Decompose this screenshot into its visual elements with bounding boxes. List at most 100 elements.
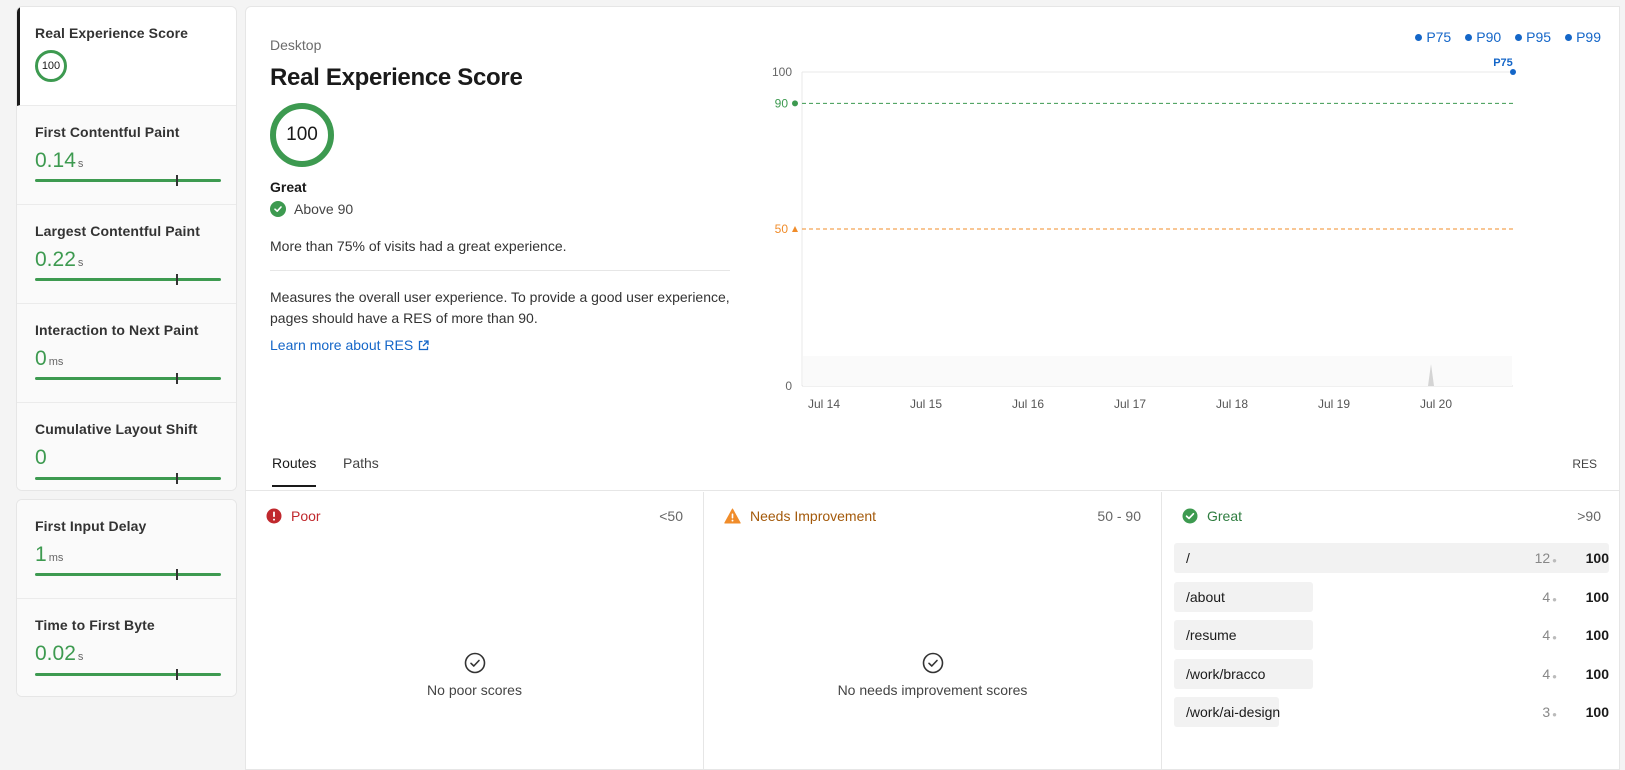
metric-unit: ms (48, 552, 64, 564)
metric-bar (35, 175, 221, 186)
route-path: /resume (1186, 627, 1237, 643)
x-tick-label: Jul 19 (1318, 397, 1350, 411)
legend-label: P90 (1476, 29, 1502, 45)
threshold-marker (792, 100, 798, 107)
legend-dot (1565, 33, 1573, 41)
needs-improvement-column: Needs Improvement 50 - 90 No needs impro… (704, 492, 1162, 769)
visits-dot-icon: ● (1552, 594, 1557, 604)
route-row[interactable]: /work/ai-design 3 ● 100 (1174, 697, 1609, 727)
threshold-text: Above 90 (294, 201, 354, 217)
visits-dot-icon: ● (1552, 671, 1557, 681)
route-visit-count: 3 ● (1542, 704, 1557, 720)
res-column-label: RES (1572, 457, 1597, 471)
column-title: Needs Improvement (750, 508, 877, 524)
legend-dot (1465, 33, 1473, 41)
learn-more-link[interactable]: Learn more about RES (270, 337, 429, 353)
visits-dot-icon: ● (1552, 633, 1557, 642)
tab-paths[interactable]: Paths (343, 455, 379, 485)
poor-column: Poor <50 No poor scores (246, 492, 704, 769)
check-circle-icon (270, 201, 286, 217)
x-tick-label: Jul 18 (1216, 397, 1248, 411)
divider (270, 270, 730, 271)
x-tick-label: Jul 20 (1420, 397, 1452, 411)
x-tick-label: Jul 16 (1012, 397, 1044, 411)
device-label: Desktop (270, 37, 322, 53)
metric-item-inp[interactable]: Interaction to Next Paint 0 ms (17, 304, 236, 403)
chart-legend: P75 P90 P95 P99 (1415, 29, 1601, 45)
y-tick-label: 100 (772, 65, 792, 79)
data-point-label: P75 (1493, 57, 1513, 69)
route-score: 100 (1585, 550, 1609, 566)
route-visit-count: 4 ● (1542, 666, 1557, 682)
metric-name: Real Experience Score (35, 25, 189, 41)
description-text: Measures the overall user experience. To… (270, 289, 730, 326)
score-value: 100 (286, 124, 318, 145)
route-count-value: 4 (1542, 627, 1551, 643)
metric-item-cls[interactable]: Cumulative Layout Shift 0 (17, 403, 236, 490)
route-count-value: 12 (1534, 550, 1551, 566)
legend-item-p95[interactable]: P95 (1515, 29, 1551, 45)
metric-unit: s (77, 158, 84, 170)
metric-number: 1 (35, 543, 47, 566)
route-path: /work/bracco (1186, 665, 1266, 682)
page-title: Real Experience Score (270, 64, 523, 91)
column-title: Great (1207, 508, 1243, 524)
route-path: /work/ai-design (1186, 704, 1281, 720)
metric-name: Interaction to Next Paint (35, 322, 199, 338)
legend-label: P75 (1426, 29, 1452, 45)
x-tick-label: Jul 14 (808, 397, 840, 411)
threshold-marker (792, 226, 798, 232)
metric-name: Largest Contentful Paint (35, 223, 200, 239)
metric-bar-marker (176, 274, 178, 285)
legend-dot (1515, 33, 1523, 41)
check-circle-outline-icon (922, 652, 943, 674)
route-path: /about (1186, 588, 1225, 605)
y-tick-label: 0 (785, 379, 792, 393)
metric-name: First Contentful Paint (35, 124, 180, 140)
route-visit-count: 4 ● (1542, 589, 1557, 605)
metric-item-fid[interactable]: First Input Delay 1 ms (17, 500, 236, 599)
route-score: 100 (1585, 665, 1609, 682)
metric-value: 0 ms (35, 347, 236, 371)
legend-item-p90[interactable]: P90 (1465, 29, 1501, 45)
metric-item-ttfb[interactable]: Time to First Byte 0.02 s (17, 599, 236, 696)
metric-bar (35, 373, 221, 384)
alert-circle-icon (266, 508, 282, 524)
tab-routes[interactable]: Routes (272, 455, 317, 487)
learn-more-label: Learn more about RES (270, 337, 414, 353)
route-score: 100 (1585, 627, 1609, 643)
legend-item-p99[interactable]: P99 (1565, 29, 1601, 45)
route-row[interactable]: /resume 4 ● 100 (1174, 620, 1609, 650)
legend-item-p75[interactable]: P75 (1415, 29, 1451, 45)
res-chart: 100 0 90 50 Jul 14 Jul 15 Jul 16 Jul 17 Jul 18 Ju… (772, 57, 1516, 411)
metric-unit: s (77, 651, 84, 663)
route-row[interactable]: / 12 ● 100 (1174, 543, 1609, 573)
route-count-value: 4 (1542, 665, 1551, 682)
metric-name: Cumulative Layout Shift (35, 421, 198, 437)
empty-text: No needs improvement scores (837, 682, 1028, 698)
route-visit-count: 12 ● (1535, 550, 1557, 566)
route-score: 100 (1585, 588, 1609, 605)
route-row[interactable]: /work/bracco 4 ● 100 (1174, 658, 1609, 689)
metric-name: Time to First Byte (35, 617, 155, 633)
column-range: >90 (1577, 508, 1601, 524)
route-path: / (1186, 550, 1190, 566)
empty-text: No poor scores (427, 682, 522, 698)
legend-label: P95 (1526, 29, 1552, 45)
route-row[interactable]: /about 4 ● 100 (1174, 581, 1609, 612)
metric-unit: s (77, 257, 84, 269)
metric-bar-marker (176, 569, 178, 580)
rating-label: Great (270, 179, 307, 195)
metric-item-res[interactable]: Real Experience Score 100 (17, 7, 236, 106)
metric-item-fcp[interactable]: First Contentful Paint 0.14 s (17, 106, 236, 205)
threshold-label-90: 90 (775, 96, 789, 110)
column-header: Great >90 (1182, 508, 1601, 524)
x-tick-label: Jul 15 (910, 397, 942, 411)
metric-value: 0.22 s (35, 248, 236, 272)
metric-number: 0.22 (35, 248, 76, 271)
metric-value: 0.14 s (35, 149, 236, 173)
metric-bar-marker (176, 175, 178, 186)
check-circle-icon (1182, 508, 1198, 524)
metric-item-lcp[interactable]: Largest Contentful Paint 0.22 s (17, 205, 236, 304)
data-point-p75 (1510, 69, 1516, 75)
